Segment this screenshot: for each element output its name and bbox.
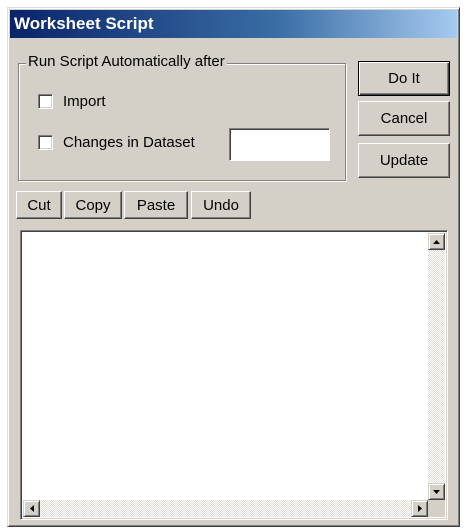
horizontal-scrollbar[interactable] [23,500,428,517]
import-label: Import [63,93,106,110]
undo-button[interactable]: Undo [191,191,251,219]
scroll-left-button[interactable] [23,500,40,517]
scroll-right-button[interactable] [411,500,428,517]
import-checkbox[interactable] [38,94,53,109]
do-it-button[interactable]: Do It [358,61,450,96]
vertical-scrollbar[interactable] [428,233,445,498]
update-button[interactable]: Update [358,143,450,178]
auto-run-group [18,63,346,181]
copy-button[interactable]: Copy [64,191,122,219]
triangle-right-icon [417,505,422,512]
dataset-name-field[interactable] [229,128,330,161]
triangle-up-icon [433,239,440,244]
cancel-button[interactable]: Cancel [358,101,450,136]
triangle-down-icon [433,489,440,494]
cut-button[interactable]: Cut [16,191,62,219]
title-bar[interactable]: Worksheet Script [10,10,457,38]
scrollbar-corner [428,500,445,517]
worksheet-script-dialog: Worksheet Script Run Script Automaticall… [7,7,460,527]
window-title: Worksheet Script [14,14,154,33]
scroll-up-button[interactable] [428,233,445,250]
script-editor[interactable] [20,230,448,520]
paste-button[interactable]: Paste [124,191,188,219]
scroll-down-button[interactable] [428,483,445,500]
triangle-left-icon [29,505,34,512]
changes-in-dataset-checkbox[interactable] [38,135,53,150]
auto-run-group-label: Run Script Automatically after [26,52,227,72]
changes-in-dataset-label: Changes in Dataset [63,134,195,151]
